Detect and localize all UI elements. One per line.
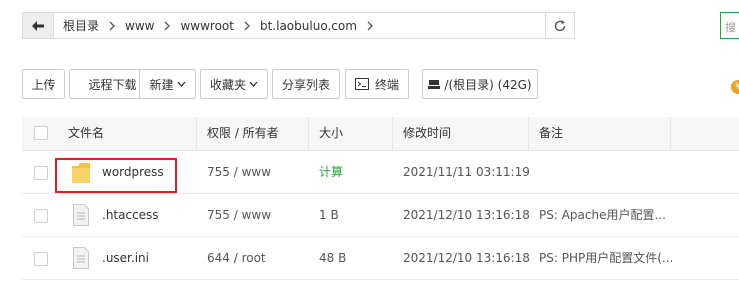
- table-row[interactable]: .htaccess 755 / www 1 B 2021/12/10 13:16…: [22, 194, 739, 237]
- file-mtime: 2021/11/11 03:11:19: [403, 165, 530, 179]
- file-icon: [73, 247, 89, 269]
- header-note[interactable]: 备注: [539, 117, 563, 150]
- select-all-checkbox[interactable]: [34, 126, 48, 140]
- file-size: 48 B: [319, 251, 347, 265]
- new-dropdown-button[interactable]: 新建: [139, 69, 196, 99]
- new-label: 新建: [149, 77, 174, 92]
- column-divider: [528, 117, 529, 150]
- disk-button[interactable]: /(根目录) (42G): [422, 69, 538, 99]
- file-mtime: 2021/12/10 13:16:18: [403, 208, 530, 222]
- upload-button[interactable]: 上传: [22, 69, 65, 99]
- chevron-down-icon: [249, 81, 258, 87]
- terminal-label: 终端: [374, 77, 399, 92]
- header-mtime[interactable]: 修改时间: [403, 117, 451, 150]
- path-bar[interactable]: 根目录 www wwwroot bt.laobuluo.com: [22, 12, 575, 39]
- row-checkbox[interactable]: [34, 166, 48, 180]
- breadcrumb-wwwroot[interactable]: wwwroot: [180, 19, 234, 33]
- chevron-down-icon: [177, 81, 186, 87]
- header-filename[interactable]: 文件名: [68, 117, 104, 150]
- breadcrumb-root[interactable]: 根目录: [63, 17, 99, 34]
- terminal-button[interactable]: 终端: [345, 69, 409, 99]
- column-divider: [308, 117, 309, 150]
- refresh-button[interactable]: [545, 13, 574, 38]
- table-header: 文件名 权限 / 所有者 大小 修改时间 备注: [22, 117, 739, 151]
- favorites-label: 收藏夹: [209, 77, 246, 92]
- search-input[interactable]: 搜: [720, 12, 739, 39]
- breadcrumb-www[interactable]: www: [125, 19, 154, 33]
- file-mtime: 2021/12/10 13:16:18: [403, 251, 530, 265]
- terminal-icon: [354, 78, 369, 90]
- file-name[interactable]: .user.ini: [102, 237, 149, 280]
- highlight-box: [55, 158, 177, 193]
- breadcrumb-site[interactable]: bt.laobuluo.com: [260, 19, 357, 33]
- disk-icon: [428, 80, 441, 89]
- chevron-right-icon: [367, 21, 373, 31]
- warning-icon[interactable]: ¥: [731, 80, 739, 94]
- back-button[interactable]: [23, 13, 54, 38]
- back-arrow-icon: [32, 20, 44, 31]
- chevron-right-icon: [164, 21, 171, 31]
- file-size: 1 B: [319, 208, 339, 222]
- file-icon: [73, 204, 89, 226]
- chevron-right-icon: [244, 21, 250, 31]
- column-divider: [196, 117, 197, 150]
- row-checkbox[interactable]: [34, 209, 48, 223]
- share-list-button[interactable]: 分享列表: [272, 69, 340, 99]
- file-name[interactable]: .htaccess: [102, 194, 159, 237]
- file-size-calc[interactable]: 计算: [319, 151, 343, 194]
- table-row[interactable]: .user.ini 644 / root 48 B 2021/12/10 13:…: [22, 237, 739, 280]
- file-note[interactable]: PS: PHP用户配置文件(...: [539, 237, 673, 280]
- disk-label: /(根目录) (42G): [444, 77, 532, 92]
- file-perms[interactable]: 755 / www: [207, 194, 271, 237]
- header-size[interactable]: 大小: [319, 117, 343, 150]
- refresh-icon: [554, 19, 566, 31]
- file-note[interactable]: PS: Apache用户配置...: [539, 194, 666, 237]
- file-perms[interactable]: 755 / www: [207, 151, 271, 194]
- favorites-dropdown-button[interactable]: 收藏夹: [200, 69, 268, 99]
- header-perms[interactable]: 权限 / 所有者: [207, 117, 279, 150]
- row-checkbox[interactable]: [34, 252, 48, 266]
- column-divider: [670, 117, 671, 150]
- file-perms[interactable]: 644 / root: [207, 237, 266, 280]
- chevron-right-icon: [109, 21, 115, 31]
- breadcrumb: 根目录 www wwwroot bt.laobuluo.com: [63, 13, 383, 38]
- column-divider: [392, 117, 393, 150]
